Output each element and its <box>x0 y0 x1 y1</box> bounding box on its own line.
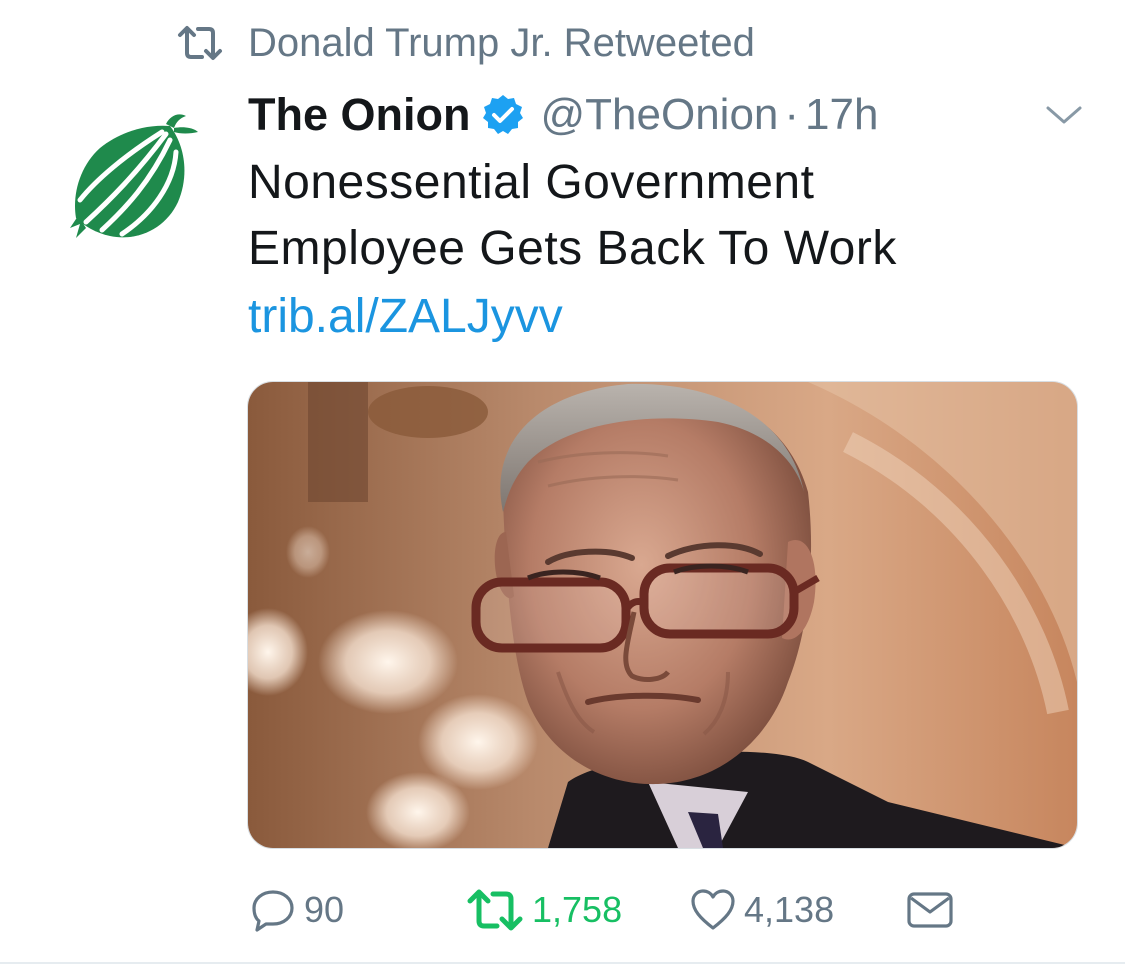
separator-dot: · <box>784 90 800 139</box>
retweet-context: Donald Trump Jr. Retweeted <box>176 18 755 68</box>
retweet-icon <box>466 887 524 933</box>
timestamp[interactable]: 17h <box>805 90 878 140</box>
chevron-down-icon[interactable] <box>1044 100 1084 130</box>
reply-icon <box>250 887 296 933</box>
retweet-icon <box>176 23 224 63</box>
like-count: 4,138 <box>744 889 835 930</box>
like-button[interactable]: 4,138 <box>690 880 834 940</box>
tweet-text-line: Nonessential Government <box>248 156 815 209</box>
retweet-button[interactable]: 1,758 <box>466 880 622 940</box>
man-with-glasses-photo-icon <box>248 382 1077 848</box>
heart-icon <box>690 888 736 932</box>
tweet-link[interactable]: trib.al/ZALJyvv <box>248 284 563 350</box>
tweet-actions: 90 1,758 4,138 <box>0 880 1125 940</box>
onion-logo-icon <box>70 114 198 238</box>
tweet[interactable]: Donald Trump Jr. Retweeted The Onion @Th… <box>0 0 1125 966</box>
envelope-icon <box>906 890 954 930</box>
display-name[interactable]: The Onion <box>248 89 470 141</box>
tweet-text: Nonessential Government Employee Gets Ba… <box>248 150 1068 282</box>
reply-count: 90 <box>304 889 345 930</box>
verified-badge-icon <box>482 94 524 136</box>
tweet-text-line: Employee Gets Back To Work <box>248 222 897 275</box>
direct-message-button[interactable] <box>906 880 962 940</box>
avatar[interactable] <box>66 104 202 250</box>
media-photo[interactable] <box>247 381 1078 849</box>
retweet-count: 1,758 <box>532 889 623 930</box>
tweet-header: The Onion @TheOnion · 17h <box>248 86 878 144</box>
reply-button[interactable]: 90 <box>250 880 344 940</box>
divider <box>0 962 1125 964</box>
user-handle[interactable]: @TheOnion <box>540 90 778 140</box>
retweet-context-text: Donald Trump Jr. Retweeted <box>248 20 755 65</box>
